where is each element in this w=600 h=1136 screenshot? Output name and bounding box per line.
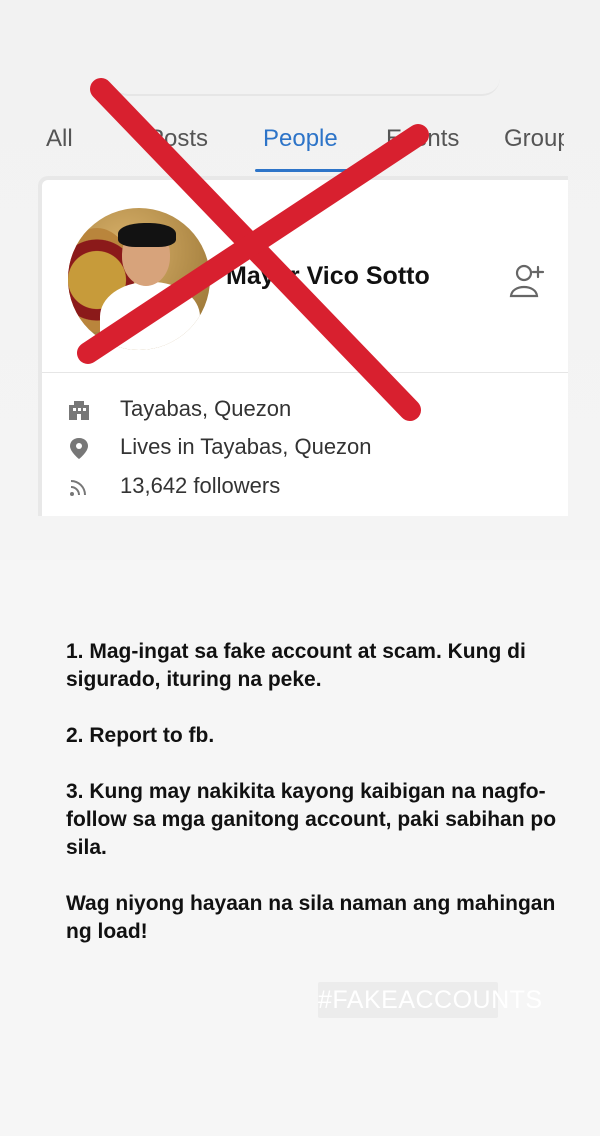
tab-groups[interactable]: Groups (504, 125, 564, 153)
message-paragraph-3: 3. Kung may nakikita kayong kaibigan na … (66, 780, 557, 859)
search-bar-edge (110, 70, 500, 96)
card-divider (42, 372, 568, 373)
tab-all[interactable]: All (46, 125, 73, 153)
message-paragraph-1: 1. Mag-ingat sa fake account at scam. Ku… (66, 640, 526, 691)
lives-in-row: Lives in Tayabas, Quezon (66, 429, 536, 465)
facebook-search-screenshot: All Posts People Events Groups Mayor Vic… (0, 0, 600, 560)
tab-events[interactable]: Events (386, 125, 459, 153)
followers-row: 13,642 followers (66, 468, 536, 504)
active-tab-indicator (255, 169, 353, 172)
tab-people[interactable]: People (263, 125, 338, 153)
search-tabs: All Posts People Events Groups (0, 118, 600, 172)
location-pin-icon (66, 436, 92, 460)
building-icon (66, 398, 92, 422)
message-paragraph-2: 2. Report to fb. (66, 724, 215, 747)
followers-icon (66, 475, 92, 499)
hair-shape (118, 223, 176, 247)
followers-text: 13,642 followers (120, 473, 281, 498)
lives-in-text: Lives in Tayabas, Quezon (120, 434, 372, 459)
location-text: Tayabas, Quezon (120, 396, 292, 421)
message-paragraph-4: Wag niyong hayaan na sila naman ang mahi… (66, 892, 556, 943)
warning-message: 1. Mag-ingat sa fake account at scam. Ku… (66, 638, 566, 974)
person-result-card[interactable]: Mayor Vico Sotto Tayabas, Quezon Lives i… (38, 176, 568, 516)
profile-name[interactable]: Mayor Vico Sotto (226, 262, 430, 291)
location-row: Tayabas, Quezon (66, 391, 536, 427)
fake-accounts-hashtag: #FAKEACCOUNTS (318, 982, 542, 1018)
add-friend-icon[interactable] (507, 262, 549, 302)
tab-posts[interactable]: Posts (148, 125, 208, 153)
shirt-shape (100, 282, 200, 350)
profile-row[interactable]: Mayor Vico Sotto (42, 180, 568, 372)
avatar[interactable] (68, 208, 210, 350)
